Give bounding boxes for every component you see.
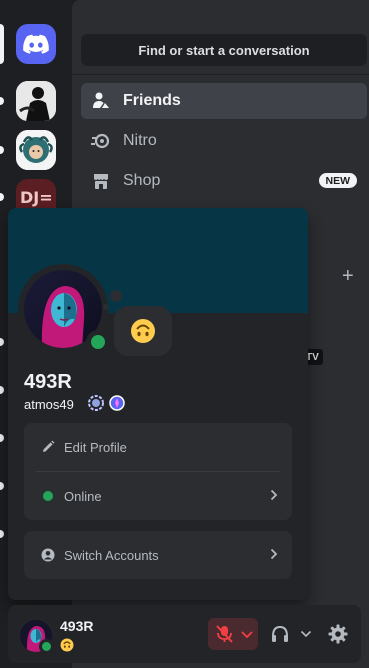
- profile-username[interactable]: atmos49: [24, 397, 74, 412]
- unread-indicator: [0, 97, 4, 105]
- new-badge: NEW: [318, 173, 357, 188]
- find-conversation-button[interactable]: Find or start a conversation: [81, 34, 367, 66]
- unread-indicator: [0, 338, 4, 346]
- chevron-right-icon: [270, 489, 278, 501]
- svg-text:DJ=: DJ=: [20, 188, 53, 207]
- headphones-icon: [272, 625, 288, 642]
- profile-avatar-container[interactable]: [18, 264, 110, 354]
- nav-shop[interactable]: Shop NEW: [81, 163, 367, 199]
- unread-indicator: [0, 386, 4, 394]
- online-dot-icon: [40, 488, 56, 504]
- friends-icon: [91, 91, 111, 111]
- nitro-badge-icon[interactable]: [88, 395, 104, 411]
- profile-display-name: 493R: [24, 371, 72, 393]
- gear-icon: [328, 624, 348, 644]
- user-panel-name: 493R: [60, 618, 94, 634]
- nav-shop-label: Shop: [123, 172, 161, 189]
- edit-profile-item[interactable]: Edit Profile: [24, 423, 292, 471]
- server-boost-badge-icon[interactable]: [109, 395, 125, 411]
- profile-menu-card: Edit Profile Online: [24, 423, 292, 520]
- nitro-icon: [91, 131, 111, 151]
- user-panel-status-emoji: [60, 638, 74, 657]
- upside-down-face-icon: [131, 319, 155, 343]
- silhouette-server-icon: [16, 81, 56, 121]
- deafen-button[interactable]: [270, 624, 290, 644]
- profile-popout: 493R atmos49 Edit Profile Online Switch …: [8, 208, 308, 600]
- selected-server-indicator: [0, 24, 4, 64]
- nav-nitro[interactable]: Nitro: [81, 123, 367, 159]
- unread-indicator: [0, 146, 4, 154]
- server-medusa-art[interactable]: [16, 130, 56, 170]
- user-online-status: [39, 639, 54, 654]
- pencil-icon: [40, 439, 56, 455]
- chevron-down-icon[interactable]: [240, 629, 254, 639]
- switch-accounts-card: Switch Accounts: [24, 531, 292, 579]
- shop-icon: [91, 171, 111, 191]
- upside-down-face-icon: [60, 638, 74, 652]
- unread-indicator: [0, 193, 4, 201]
- microphone-muted-icon: [216, 625, 233, 643]
- nav-friends[interactable]: Friends: [81, 83, 367, 119]
- chevron-right-icon: [270, 548, 278, 560]
- divider: [72, 74, 369, 75]
- audio-options-button[interactable]: [300, 630, 312, 638]
- discord-logo-icon: [23, 34, 49, 54]
- status-bubble-dot: [103, 304, 109, 310]
- account-icon: [40, 547, 56, 563]
- switch-accounts-label: Switch Accounts: [64, 547, 159, 563]
- status-bubble-dot: [110, 290, 122, 302]
- nav-nitro-label: Nitro: [123, 132, 157, 149]
- server-silhouette[interactable]: [16, 81, 56, 121]
- user-settings-button[interactable]: [328, 624, 348, 644]
- add-dm-button[interactable]: +: [342, 266, 354, 286]
- unread-indicator: [0, 530, 4, 538]
- mute-microphone-button[interactable]: [208, 618, 258, 650]
- chevron-down-icon: [300, 630, 312, 638]
- status-item[interactable]: Online: [24, 472, 292, 520]
- unread-indicator: [0, 434, 4, 442]
- custom-status-bubble[interactable]: [114, 306, 172, 356]
- switch-accounts-item[interactable]: Switch Accounts: [24, 531, 292, 579]
- user-panel: 493R: [8, 605, 361, 663]
- online-status-indicator: [86, 330, 110, 354]
- home-discord-button[interactable]: [16, 24, 56, 64]
- medusa-server-icon: [16, 130, 56, 170]
- profile-badges: [88, 395, 125, 411]
- edit-profile-label: Edit Profile: [64, 439, 127, 455]
- status-label: Online: [64, 488, 102, 504]
- nav-friends-label: Friends: [123, 92, 181, 109]
- unread-indicator: [0, 482, 4, 490]
